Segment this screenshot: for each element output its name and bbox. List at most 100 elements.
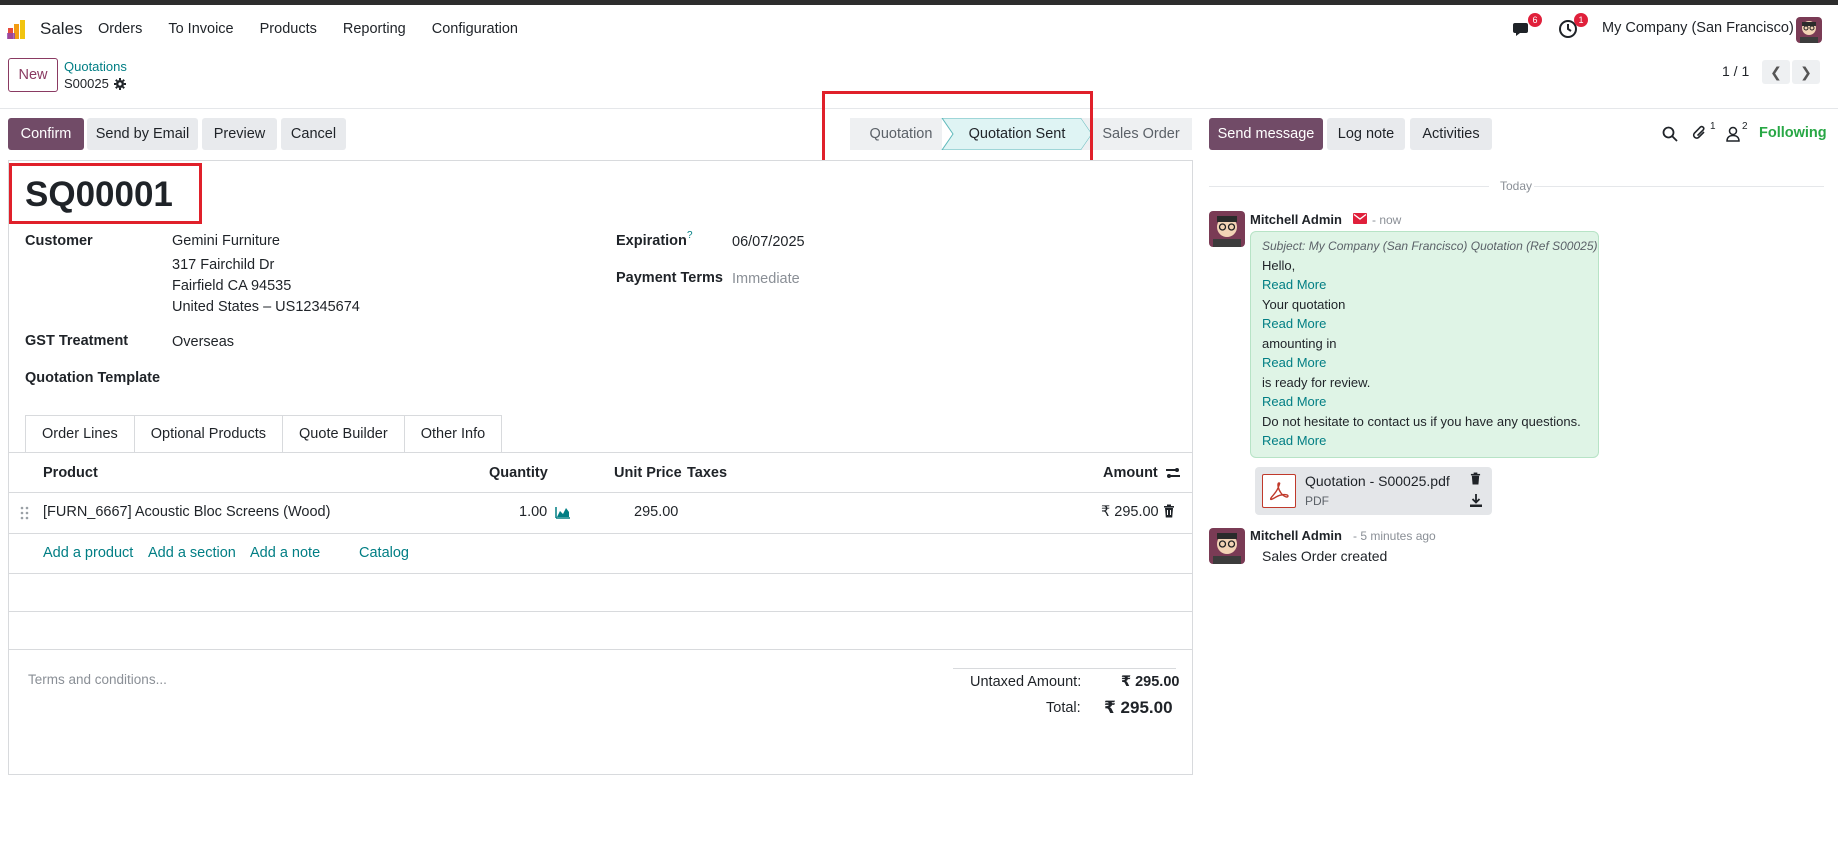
message-time: - now: [1372, 213, 1402, 227]
column-amount[interactable]: Amount: [1103, 465, 1158, 481]
drag-handle-icon[interactable]: [20, 505, 30, 521]
pager-next[interactable]: ❯: [1792, 60, 1820, 84]
untaxed-amount-value: ₹ 295.00: [1121, 674, 1180, 690]
read-more-link[interactable]: Read More: [1262, 355, 1326, 370]
preview-button[interactable]: Preview: [202, 118, 277, 150]
add-section-link[interactable]: Add a section: [148, 545, 236, 561]
read-more-link[interactable]: Read More: [1262, 316, 1326, 331]
log-note-button[interactable]: Log note: [1327, 118, 1405, 150]
gear-icon[interactable]: [113, 77, 126, 90]
following-button[interactable]: Following: [1759, 125, 1827, 141]
message-body: Sales Order created: [1262, 548, 1388, 564]
user-avatar[interactable]: [1796, 17, 1822, 43]
terms-and-conditions-field[interactable]: Terms and conditions...: [28, 672, 167, 687]
download-icon[interactable]: [1470, 494, 1482, 507]
attachment-delete-icon[interactable]: [1470, 472, 1481, 485]
cancel-button[interactable]: Cancel: [281, 118, 346, 150]
chevron-left-icon: ❮: [1770, 63, 1782, 80]
payment-terms-field[interactable]: Immediate: [732, 271, 800, 287]
avatar-image: [1213, 533, 1241, 564]
send-message-button[interactable]: Send message: [1209, 118, 1323, 150]
attachments-count: 1: [1710, 121, 1716, 132]
tab-order-lines[interactable]: Order Lines: [25, 415, 135, 453]
paperclip-icon[interactable]: [1692, 124, 1708, 142]
avatar-image: [1213, 216, 1241, 247]
menu-reporting[interactable]: Reporting: [343, 21, 406, 37]
expiration-help-icon[interactable]: ?: [687, 230, 693, 241]
customer-name[interactable]: Gemini Furniture: [172, 233, 280, 249]
app-name[interactable]: Sales: [40, 19, 83, 39]
trash-icon[interactable]: [1163, 504, 1175, 518]
quotation-template-label: Quotation Template: [25, 370, 161, 386]
message-author[interactable]: Mitchell Admin: [1250, 528, 1342, 543]
messages-button[interactable]: 6: [1512, 13, 1542, 41]
gst-treatment-field[interactable]: Overseas: [172, 334, 234, 350]
activities-badge: 1: [1574, 13, 1588, 27]
table-divider-1: [8, 573, 1193, 574]
stage-sales-order[interactable]: Sales Order: [1090, 118, 1192, 150]
read-more-link[interactable]: Read More: [1262, 433, 1326, 448]
payment-terms-label: Payment Terms: [616, 270, 723, 286]
main-menu: Orders To Invoice Products Reporting Con…: [98, 21, 544, 37]
envelope-icon: [1353, 213, 1367, 224]
company-switcher[interactable]: My Company (San Francisco): [1602, 20, 1794, 36]
message-line: Your quotation: [1262, 297, 1346, 312]
catalog-link[interactable]: Catalog: [359, 545, 409, 561]
table-divider-3: [8, 649, 1193, 650]
today-line-left: [1209, 186, 1489, 187]
message-avatar[interactable]: [1209, 528, 1245, 564]
tab-optional-products[interactable]: Optional Products: [134, 415, 284, 453]
menu-products[interactable]: Products: [260, 21, 317, 37]
line-product[interactable]: [FURN_6667] Acoustic Bloc Screens (Wood): [43, 504, 330, 520]
followers-icon[interactable]: [1726, 126, 1740, 142]
customer-country: United States – US12345674: [172, 299, 360, 315]
pager-value[interactable]: 1 / 1: [1722, 63, 1749, 79]
message-subject: Subject: My Company (San Francisco) Quot…: [1262, 239, 1598, 253]
confirm-button[interactable]: Confirm: [8, 118, 84, 150]
column-product[interactable]: Product: [43, 465, 98, 481]
search-icon[interactable]: [1662, 126, 1678, 142]
total-value: ₹ 295.00: [1104, 698, 1173, 717]
attachment-name[interactable]: Quotation - S00025.pdf: [1305, 473, 1450, 489]
total-label: Total:: [1046, 700, 1081, 716]
message-author[interactable]: Mitchell Admin: [1250, 212, 1342, 227]
line-quantity[interactable]: 1.00: [519, 504, 547, 520]
activities-button[interactable]: 1: [1558, 13, 1588, 41]
sales-app-icon[interactable]: [7, 18, 29, 40]
add-product-link[interactable]: Add a product: [43, 545, 133, 561]
expiration-label: Expiration: [616, 233, 687, 249]
column-quantity[interactable]: Quantity: [489, 465, 548, 481]
expiration-field[interactable]: 06/07/2025: [732, 234, 805, 250]
read-more-link[interactable]: Read More: [1262, 394, 1326, 409]
line-unit-price[interactable]: 295.00: [634, 504, 678, 520]
date-separator: Today: [1500, 179, 1533, 193]
add-note-link[interactable]: Add a note: [250, 545, 320, 561]
message-line: Do not hesitate to contact us if you hav…: [1262, 414, 1581, 429]
pager-previous[interactable]: ❮: [1762, 60, 1790, 84]
attachment-type: PDF: [1305, 494, 1329, 508]
customer-street: 317 Fairchild Dr: [172, 257, 275, 273]
line-amount: ₹ 295.00: [1101, 504, 1159, 520]
followers-count: 2: [1742, 121, 1748, 132]
forecast-chart-icon[interactable]: [555, 505, 571, 519]
activities-button-chatter[interactable]: Activities: [1410, 118, 1492, 150]
tab-other-info[interactable]: Other Info: [404, 415, 503, 453]
message-line: is ready for review.: [1262, 375, 1371, 390]
pdf-symbol-icon: [1269, 482, 1289, 501]
column-taxes[interactable]: Taxes: [687, 465, 727, 481]
menu-to-invoice[interactable]: To Invoice: [168, 21, 233, 37]
untaxed-amount-label: Untaxed Amount:: [970, 674, 1082, 690]
breadcrumb-quotations[interactable]: Quotations: [64, 59, 127, 74]
menu-orders[interactable]: Orders: [98, 21, 142, 37]
totals-divider: [953, 668, 1176, 669]
message-avatar[interactable]: [1209, 211, 1245, 247]
send-by-email-button[interactable]: Send by Email: [87, 118, 198, 150]
read-more-link[interactable]: Read More: [1262, 277, 1326, 292]
optional-columns-icon[interactable]: [1165, 465, 1181, 481]
new-button[interactable]: New: [8, 58, 58, 92]
pdf-icon: [1262, 474, 1296, 508]
column-unit-price[interactable]: Unit Price: [614, 465, 682, 481]
menu-configuration[interactable]: Configuration: [432, 21, 518, 37]
attachment-card[interactable]: Quotation - S00025.pdf PDF: [1255, 467, 1492, 515]
tab-quote-builder[interactable]: Quote Builder: [283, 415, 405, 453]
